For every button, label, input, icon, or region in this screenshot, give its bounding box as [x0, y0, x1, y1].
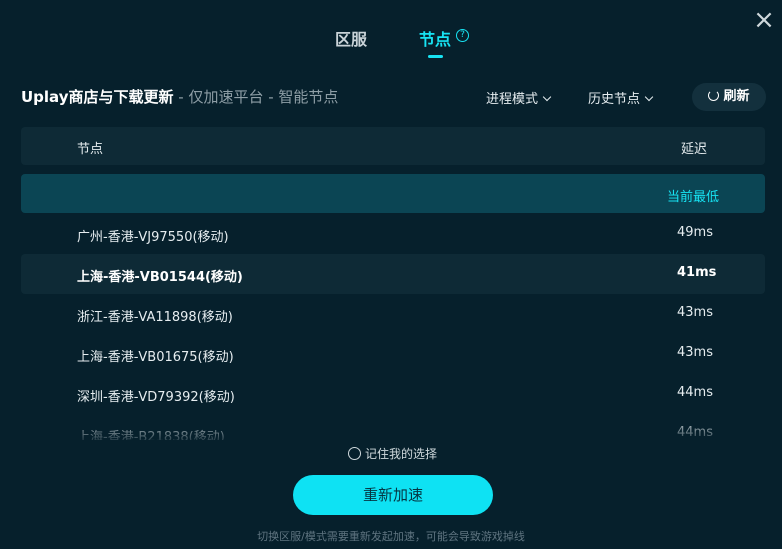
table-header: 节点 延迟: [21, 127, 765, 165]
table-row[interactable]: 上海-香港-VB01675(移动) 43ms: [21, 334, 765, 374]
node-list[interactable]: 广州-香港-VJ97550(移动) 49ms 上海-香港-VB01544(移动)…: [21, 214, 765, 440]
column-header-node: 节点: [77, 142, 104, 157]
page-title: Uplay商店与下载更新 - 仅加速平台 - 智能节点: [21, 86, 338, 110]
refresh-label: 刷新: [723, 89, 750, 104]
node-latency: 43ms: [677, 345, 713, 360]
node-name: 广州-香港-VJ97550(移动): [77, 230, 229, 245]
best-node-label: 当前最低: [667, 190, 720, 205]
remember-choice-label: 记住我的选择: [365, 447, 438, 461]
table-row[interactable]: 深圳-香港-VD79392(移动) 44ms: [21, 374, 765, 414]
mode-dropdown[interactable]: 进程模式: [486, 88, 552, 107]
refresh-icon: [708, 90, 720, 101]
tab-region[interactable]: 区服: [335, 26, 367, 50]
history-dropdown-label: 历史节点: [588, 92, 641, 107]
node-latency: 43ms: [677, 305, 713, 320]
tab-node[interactable]: 节点: [419, 26, 451, 50]
table-row[interactable]: 浙江-香港-VA11898(移动) 43ms: [21, 294, 765, 334]
chevron-down-icon: [542, 92, 552, 102]
chevron-down-icon: [644, 92, 654, 102]
history-dropdown[interactable]: 历史节点: [588, 88, 654, 107]
node-name: 深圳-香港-VD79392(移动): [77, 390, 235, 405]
node-latency: 44ms: [677, 425, 713, 440]
best-node-row[interactable]: 当前最低: [21, 174, 765, 213]
table-row[interactable]: 上海-香港-B21838(移动) 44ms: [21, 414, 765, 440]
node-name: 上海-香港-VB01544(移动): [77, 270, 243, 285]
refresh-button[interactable]: 刷新: [692, 83, 766, 111]
node-latency: 49ms: [677, 225, 713, 240]
mode-dropdown-label: 进程模式: [486, 92, 539, 107]
table-row[interactable]: 上海-香港-VB01544(移动) 41ms: [21, 254, 765, 294]
active-tab-indicator: [428, 55, 443, 58]
tab-bar: 区服 节点 ?: [0, 26, 782, 60]
reaccelerate-button[interactable]: 重新加速: [293, 475, 493, 515]
node-name: 浙江-香港-VA11898(移动): [77, 310, 233, 325]
footer-warning: 切换区服/模式需要重新发起加速，可能会导致游戏掉线: [257, 530, 525, 543]
radio-icon[interactable]: [348, 447, 361, 460]
node-latency: 41ms: [677, 265, 717, 280]
column-header-latency: 延迟: [681, 142, 708, 157]
help-icon[interactable]: ?: [456, 29, 469, 42]
table-row[interactable]: 广州-香港-VJ97550(移动) 49ms: [21, 214, 765, 254]
remember-choice-option[interactable]: 记住我的选择: [348, 445, 437, 462]
title-subtitle: - 仅加速平台 - 智能节点: [173, 88, 339, 106]
node-latency: 44ms: [677, 385, 713, 400]
node-name: 上海-香港-VB01675(移动): [77, 350, 234, 365]
game-title: Uplay商店与下载更新: [21, 88, 174, 106]
node-name: 上海-香港-B21838(移动): [77, 430, 225, 440]
